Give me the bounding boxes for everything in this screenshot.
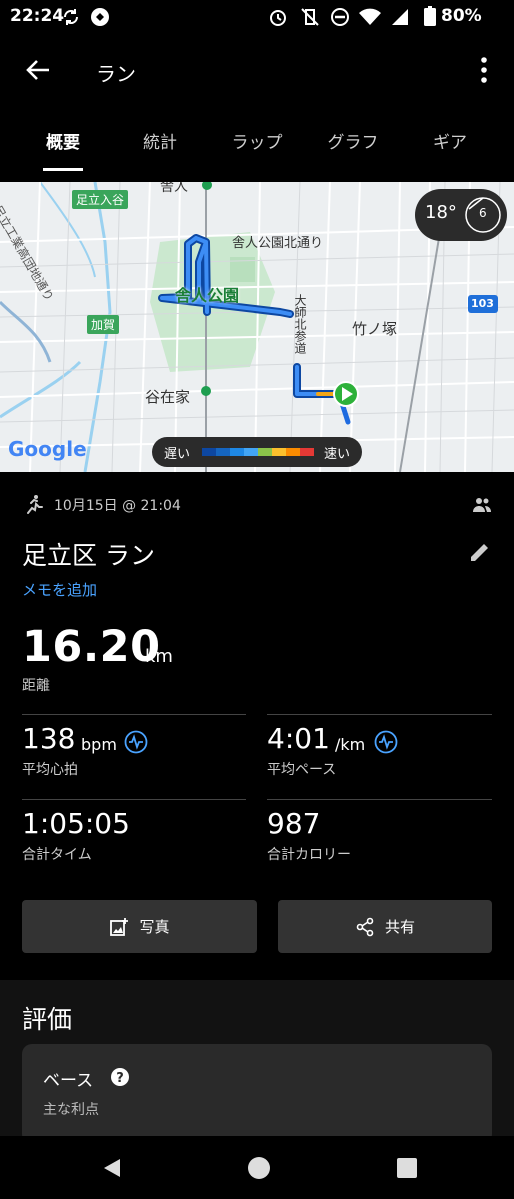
status-bar: 22:24 80% xyxy=(0,0,514,34)
speed-gradient xyxy=(202,448,314,456)
map-label-takenotsuka: 竹ノ塚 xyxy=(352,320,398,338)
calories-label: 合計カロリー xyxy=(267,847,351,863)
heart-rate-zone-icon[interactable] xyxy=(124,730,148,754)
alarm-icon xyxy=(270,10,286,26)
divider xyxy=(22,714,246,715)
activity-date: 10月15日 @ 21:04 xyxy=(54,498,181,514)
weather-badge: 18° 6 xyxy=(415,189,507,241)
legend-fast: 速い xyxy=(324,447,351,462)
speed-legend: 遅い 速い xyxy=(152,437,362,467)
pace-zone-icon[interactable] xyxy=(374,730,398,754)
map-label-street-north: 舎人公園北通り xyxy=(232,236,324,251)
battery-icon xyxy=(424,6,436,26)
active-tab-indicator xyxy=(43,168,83,171)
heart-rate-value: 138 xyxy=(22,722,76,755)
app-notification-icon xyxy=(91,8,109,26)
status-time: 22:24 xyxy=(10,6,65,26)
home-nav-icon[interactable] xyxy=(247,1156,271,1180)
legend-slow: 遅い xyxy=(164,447,191,462)
total-time-label: 合計タイム xyxy=(22,847,92,863)
distance-unit: km xyxy=(145,646,173,667)
tab-laps[interactable]: ラップ xyxy=(207,128,307,153)
help-icon[interactable]: ? xyxy=(110,1067,130,1087)
svg-text:?: ? xyxy=(116,1071,124,1086)
system-nav-bar xyxy=(0,1136,514,1199)
heart-rate-unit: bpm xyxy=(81,735,117,754)
rating-title: 評価 xyxy=(22,1005,73,1034)
map-label-daishi: 大師北参道 xyxy=(293,294,307,354)
rating-card-subtitle: 主な利点 xyxy=(43,1102,99,1118)
back-nav-icon[interactable] xyxy=(100,1156,124,1180)
photo-button[interactable]: 写真 xyxy=(22,900,257,953)
page-title: ラン xyxy=(96,62,136,86)
battery-level: 80% xyxy=(441,6,482,26)
photo-button-label: 写真 xyxy=(139,918,170,936)
distance-value: 16.20 xyxy=(22,622,161,672)
back-arrow-icon[interactable] xyxy=(25,57,51,83)
divider xyxy=(22,799,246,800)
map-label-park: 舎人公園 xyxy=(175,286,240,305)
total-time-value: 1:05:05 xyxy=(22,807,130,840)
distance-label: 距離 xyxy=(22,678,50,694)
share-icon xyxy=(356,917,374,936)
rating-card-title: ベース xyxy=(43,1071,94,1091)
map-label-yazaike: 谷在家 xyxy=(145,388,191,406)
tab-gear[interactable]: ギア xyxy=(400,128,500,153)
tab-overview[interactable]: 概要 xyxy=(13,128,113,153)
tab-graph[interactable]: グラフ xyxy=(303,128,403,153)
heart-rate-label: 平均心拍 xyxy=(22,762,78,778)
people-icon[interactable] xyxy=(472,497,492,513)
more-options-icon[interactable] xyxy=(478,56,490,84)
map-route-badge: 103 xyxy=(471,297,494,310)
activity-title: 足立区 ラン xyxy=(22,541,155,570)
pace-label: 平均ペース xyxy=(267,762,337,778)
divider xyxy=(267,799,492,800)
map-label-toneri: 舎人 xyxy=(160,182,188,195)
rating-card[interactable]: ベース ? 主な利点 xyxy=(22,1044,492,1144)
wind-speed: 6 xyxy=(479,206,487,220)
sync-icon xyxy=(63,9,79,25)
tab-stats[interactable]: 統計 xyxy=(110,128,210,153)
add-photo-icon xyxy=(110,917,129,936)
dnd-icon xyxy=(331,8,349,26)
wifi-icon xyxy=(359,8,381,25)
edit-pencil-icon[interactable] xyxy=(468,540,492,564)
share-button-label: 共有 xyxy=(384,918,415,936)
google-logo: Google xyxy=(8,437,87,461)
divider xyxy=(267,714,492,715)
map-label-adachi-iriya: 足立入谷 xyxy=(72,190,129,209)
calories-value: 987 xyxy=(267,807,321,840)
running-icon xyxy=(27,495,43,514)
temperature: 18° xyxy=(425,202,457,223)
recents-nav-icon[interactable] xyxy=(396,1157,418,1179)
pace-value: 4:01 xyxy=(267,722,330,755)
add-memo-link[interactable]: メモを追加 xyxy=(22,579,97,600)
map-label-kaga: 加賀 xyxy=(87,315,120,334)
pace-unit: /km xyxy=(335,735,366,754)
vibrate-off-icon xyxy=(301,8,319,26)
share-button[interactable]: 共有 xyxy=(278,900,492,953)
signal-icon xyxy=(392,9,408,25)
